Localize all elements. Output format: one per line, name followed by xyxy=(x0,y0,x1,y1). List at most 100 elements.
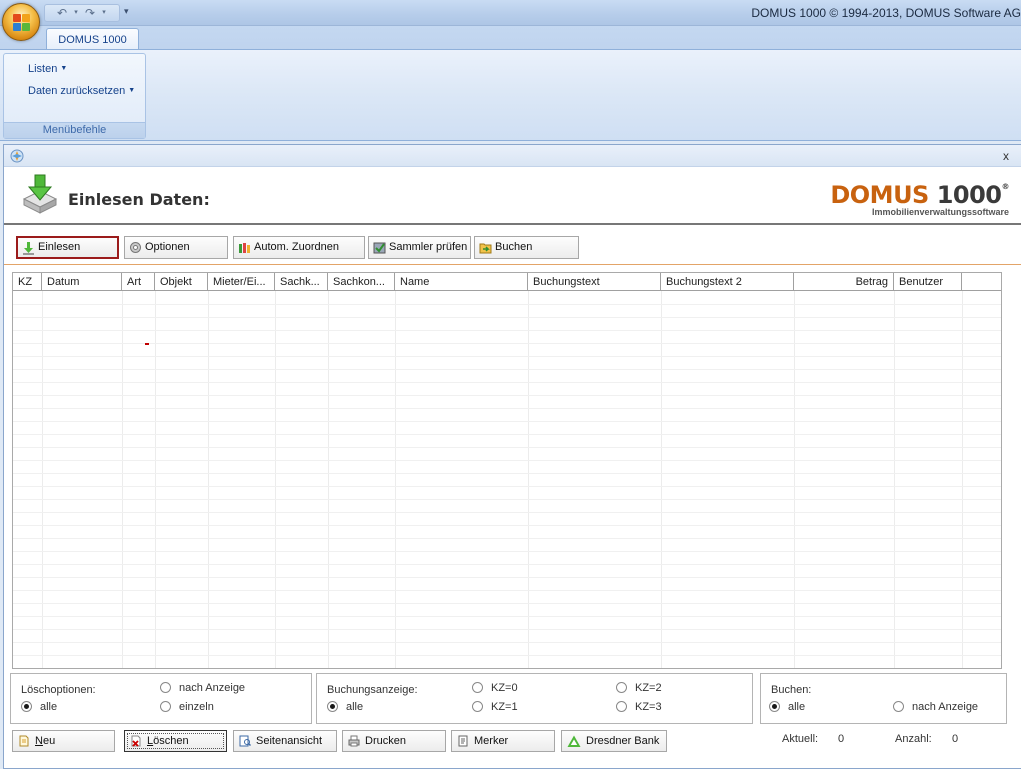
column-header-buchungstext-2[interactable]: Buchungstext 2 xyxy=(661,273,794,291)
optionen-button[interactable]: Optionen xyxy=(124,236,228,259)
grid-row-line xyxy=(13,330,1001,331)
group-title: Buchen: xyxy=(771,684,812,696)
grid-row-line xyxy=(13,577,1001,578)
buchen-button[interactable]: Buchen xyxy=(474,236,579,259)
radio-label: nach Anzeige xyxy=(179,682,246,694)
redo-icon[interactable]: ↷ xyxy=(83,6,97,20)
grid-column-line xyxy=(122,291,123,668)
loeschen-button[interactable]: Löschen xyxy=(124,730,227,752)
undo-dropdown-icon[interactable]: ▾ xyxy=(69,6,83,20)
button-label: Optionen xyxy=(145,241,190,253)
grid-row-line xyxy=(13,603,1001,604)
button-label: eu xyxy=(42,735,56,747)
radio-alle[interactable]: alle xyxy=(769,701,805,713)
ribbon-group-label: Menübefehle xyxy=(4,122,145,138)
anzahl-label: Anzahl: xyxy=(895,733,932,745)
bookings-grid[interactable]: KZ Datum Art Objekt Mieter/Ei... Sachk..… xyxy=(12,272,1002,669)
close-icon[interactable]: x xyxy=(1003,149,1009,163)
buchen-group: Buchen: alle nach Anzeige xyxy=(760,673,1007,724)
window-title: DOMUS 1000 © 1994-2013, DOMUS Software A… xyxy=(751,6,1021,20)
column-header-mieter[interactable]: Mieter/Ei... xyxy=(208,273,275,291)
drucken-button[interactable]: Drucken xyxy=(342,730,446,752)
button-label: Drucken xyxy=(365,735,406,747)
grid-row-line xyxy=(13,304,1001,305)
redo-dropdown-icon[interactable]: ▾ xyxy=(97,6,111,20)
button-label: Dresdner Bank xyxy=(586,735,660,747)
radio-einzeln[interactable]: einzeln xyxy=(160,701,214,713)
dresdner-bank-button[interactable]: Dresdner Bank xyxy=(561,730,667,752)
ribbon-tab-strip: DOMUS 1000 xyxy=(0,26,1021,51)
grid-column-line xyxy=(962,291,963,668)
grid-column-line xyxy=(328,291,329,668)
radio-label: alle xyxy=(40,701,58,713)
radio-kz-2[interactable]: KZ=2 xyxy=(616,682,662,694)
radio-dot-icon xyxy=(472,701,483,712)
grid-row-line xyxy=(13,590,1001,591)
radio-label: alle xyxy=(346,701,364,713)
radio-dot-icon xyxy=(769,701,780,712)
brand-name-part1: DOMUS xyxy=(830,181,929,209)
grid-column-line xyxy=(894,291,895,668)
ribbon-item-listen[interactable]: Listen ▼ xyxy=(28,63,67,75)
column-header-datum[interactable]: Datum xyxy=(42,273,122,291)
ribbon-item-label: Listen xyxy=(28,63,58,75)
tab-domus-1000[interactable]: DOMUS 1000 xyxy=(46,28,139,51)
grid-row-line xyxy=(13,486,1001,487)
grid-row-line xyxy=(13,434,1001,435)
grid-row-line xyxy=(13,538,1001,539)
child-window-bar: x xyxy=(4,145,1021,167)
column-header-benutzer[interactable]: Benutzer xyxy=(894,273,962,291)
dropdown-arrow-icon: ▼ xyxy=(128,87,136,94)
seitenansicht-button[interactable]: Seitenansicht xyxy=(233,730,337,752)
radio-nach-anzeige[interactable]: nach Anzeige xyxy=(160,682,245,694)
column-header-buchungstext[interactable]: Buchungstext xyxy=(528,273,661,291)
button-label: öschen xyxy=(153,735,189,747)
column-header-sachkonto[interactable]: Sachkon... xyxy=(328,273,395,291)
ribbon-group-menuebefehle: Listen ▼ Daten zurücksetzen ▼ Menübefehle xyxy=(3,53,146,139)
radio-label: KZ=1 xyxy=(491,701,518,713)
column-header-name[interactable]: Name xyxy=(395,273,528,291)
grid-row-line xyxy=(13,356,1001,357)
undo-icon[interactable]: ↶ xyxy=(55,6,69,20)
radio-kz-0[interactable]: KZ=0 xyxy=(472,682,518,694)
ribbon-body: Listen ▼ Daten zurücksetzen ▼ Menübefehle xyxy=(0,49,1021,141)
grid-row-line xyxy=(13,395,1001,396)
radio-nach-anzeige[interactable]: nach Anzeige xyxy=(893,701,978,713)
radio-dot-icon xyxy=(160,701,171,712)
radio-kz-3[interactable]: KZ=3 xyxy=(616,701,662,713)
radio-label: alle xyxy=(788,701,806,713)
ribbon-item-daten-zuruecksetzen[interactable]: Daten zurücksetzen ▼ xyxy=(28,85,135,97)
office-button[interactable] xyxy=(2,3,40,41)
column-header-betrag[interactable]: Betrag xyxy=(794,273,894,291)
brand-name-part2: 1000 xyxy=(928,181,1002,209)
customize-qat-icon[interactable]: ▾ xyxy=(124,6,129,17)
quick-access-toolbar: ↶ ▾ ↷ ▾ xyxy=(44,4,120,22)
merker-button[interactable]: Merker xyxy=(451,730,555,752)
autom-zuordnen-button[interactable]: Autom. Zuordnen xyxy=(233,236,365,259)
grid-column-line xyxy=(661,291,662,668)
bottles-icon xyxy=(239,243,250,253)
column-header-kz[interactable]: KZ xyxy=(13,273,42,291)
radio-alle[interactable]: alle xyxy=(327,701,363,713)
radio-alle[interactable]: alle xyxy=(21,701,57,713)
grid-row-line xyxy=(13,460,1001,461)
group-title: Löschoptionen: xyxy=(21,684,96,696)
grid-column-line xyxy=(395,291,396,668)
radio-kz-1[interactable]: KZ=1 xyxy=(472,701,518,713)
einlesen-button[interactable]: Einlesen xyxy=(16,236,119,259)
column-header-art[interactable]: Art xyxy=(122,273,155,291)
office-logo-icon xyxy=(13,14,31,32)
radio-label: KZ=3 xyxy=(635,701,662,713)
grid-column-line xyxy=(794,291,795,668)
sammler-pruefen-button[interactable]: Sammler prüfen xyxy=(368,236,471,259)
cell-marker xyxy=(145,343,149,345)
grid-column-line xyxy=(155,291,156,668)
download-arrow-icon xyxy=(23,242,34,255)
column-header-sachk[interactable]: Sachk... xyxy=(275,273,328,291)
column-header-objekt[interactable]: Objekt xyxy=(155,273,208,291)
grid-header: KZ Datum Art Objekt Mieter/Ei... Sachk..… xyxy=(13,273,1001,291)
brand-registered: ® xyxy=(1001,182,1010,191)
radio-dot-icon xyxy=(893,701,904,712)
radio-label: einzeln xyxy=(179,701,214,713)
neu-button[interactable]: Neu xyxy=(12,730,115,752)
